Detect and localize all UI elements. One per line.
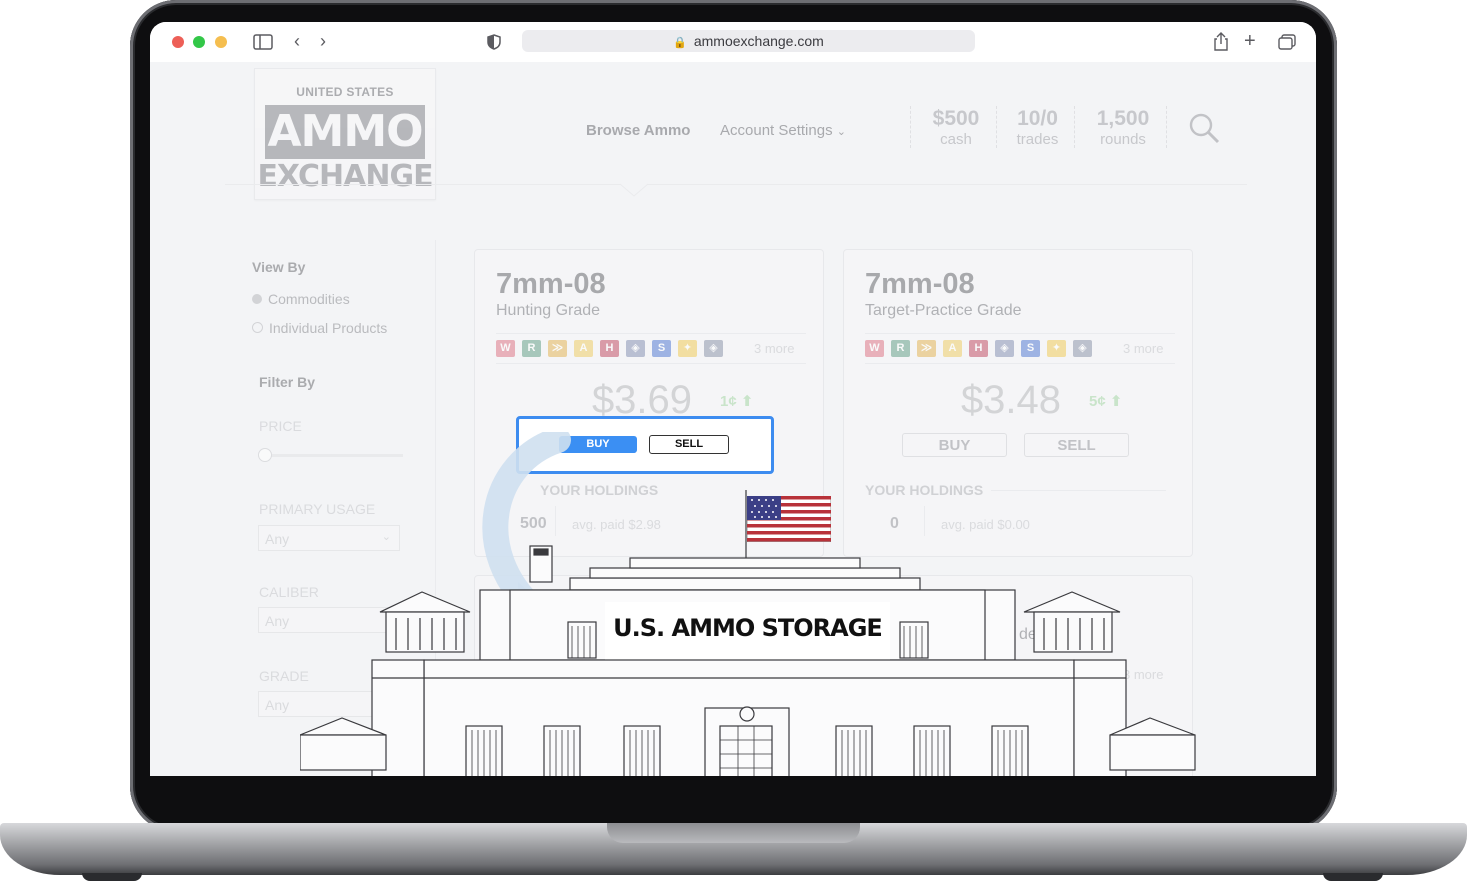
divider (910, 106, 911, 148)
price-change-value: 1¢ (720, 393, 737, 410)
brand-badge-icon: ◈ (1073, 340, 1092, 357)
logo-exchange-text: EXCHANGE (257, 159, 433, 194)
view-option-individual-products[interactable]: Individual Products (252, 320, 387, 336)
price-change-value: 5¢ (1089, 393, 1106, 410)
tabs-overview-icon[interactable] (1278, 34, 1296, 50)
brand-badge-icon: H (600, 340, 619, 357)
select-value: Any (265, 697, 290, 713)
nav-browse-ammo[interactable]: Browse Ammo (586, 122, 690, 139)
brand-badge-icon: W (865, 340, 884, 357)
new-tab-icon[interactable]: + (1244, 31, 1256, 51)
search-icon[interactable] (1188, 112, 1220, 144)
laptop-foot (82, 873, 142, 881)
forward-arrow-icon[interactable]: › (320, 32, 326, 50)
logo-top-text: UNITED STATES (296, 85, 394, 99)
brand-badge-icon: R (522, 340, 541, 357)
view-by-heading: View By (252, 259, 306, 275)
card-caliber: 7mm-08 (496, 268, 606, 300)
radio-selected-icon (252, 294, 262, 304)
minimize-window-button[interactable] (215, 36, 227, 48)
brand-badge-icon: H (969, 340, 988, 357)
nav-indicator-caret (620, 183, 648, 197)
stat-label: cash (940, 131, 972, 148)
brand-badge-icon: A (574, 340, 593, 357)
brand-badge-row: W R ≫ A H ◈ S ✦ ◈ (865, 340, 1099, 358)
sell-button[interactable]: SELL (1024, 433, 1129, 457)
shield-icon[interactable] (487, 34, 501, 50)
logo-ammo-text: AMMO (265, 105, 425, 159)
price-filter-label: PRICE (259, 418, 302, 434)
view-option-label: Commodities (268, 291, 350, 307)
back-arrow-icon[interactable]: ‹ (294, 32, 300, 50)
address-bar[interactable]: 🔒 ammoexchange.com (522, 30, 975, 52)
lock-icon: 🔒 (673, 37, 690, 49)
card-divider (865, 363, 1175, 364)
stat-cash: $500 cash (922, 107, 990, 149)
select-value: Any (265, 531, 290, 547)
nav-account-settings[interactable]: Account Settings ⌄ (720, 122, 846, 139)
close-window-button[interactable] (172, 36, 184, 48)
screen: ‹ › 🔒 ammoexchange.com + UNITED STATES A… (150, 22, 1316, 776)
stat-value: $500 (932, 107, 980, 130)
divider (1074, 106, 1075, 148)
header-divider (225, 184, 1247, 185)
price-change: 1¢ ⬆ (720, 392, 753, 410)
select-value: Any (265, 613, 290, 629)
chevron-down-icon: ⌄ (836, 126, 846, 138)
vault-sign: U.S. AMMO STORAGE (613, 614, 883, 642)
stat-value: 1,500 (1096, 107, 1150, 130)
brand-badge-icon: ◈ (704, 340, 723, 357)
radio-empty-icon (252, 322, 263, 333)
stat-label: rounds (1100, 131, 1146, 148)
brand-badge-icon: ◈ (626, 340, 645, 357)
brand-badge-icon: ✦ (1047, 340, 1066, 357)
sidebar-icon[interactable] (253, 34, 273, 50)
more-brands-link[interactable]: 3 more (754, 341, 794, 356)
view-option-label: Individual Products (269, 320, 388, 336)
url-text: ammoexchange.com (693, 33, 824, 49)
stat-trades: 10/0 trades (1005, 107, 1070, 149)
brand-badge-icon: ◈ (995, 340, 1014, 357)
american-flag-icon (747, 496, 831, 542)
stat-label: trades (1016, 131, 1059, 148)
nav-account-label: Account Settings (720, 122, 833, 139)
laptop-foot (1323, 873, 1383, 881)
card-divider (865, 333, 1175, 334)
stat-rounds: 1,500 rounds (1085, 107, 1161, 149)
buy-button[interactable]: BUY (902, 433, 1007, 457)
brand-badge-icon: ✦ (678, 340, 697, 357)
zoom-window-button[interactable] (193, 36, 205, 48)
price-slider-handle[interactable] (258, 448, 272, 462)
share-icon[interactable] (1213, 32, 1229, 51)
laptop-notch (607, 823, 860, 843)
filter-by-heading: Filter By (259, 374, 316, 390)
browser-toolbar: ‹ › 🔒 ammoexchange.com + (150, 22, 1316, 63)
brand-badge-icon: ≫ (917, 340, 936, 357)
view-option-commodities[interactable]: Commodities (252, 291, 350, 307)
brand-badge-icon: S (652, 340, 671, 357)
arrow-up-icon: ⬆ (1109, 393, 1123, 410)
card-divider (496, 363, 806, 364)
more-brands-link[interactable]: 3 more (1123, 341, 1163, 356)
card-price: $3.48 (960, 378, 1062, 422)
card-caliber: 7mm-08 (865, 268, 975, 300)
price-change: 5¢ ⬆ (1089, 392, 1122, 410)
arrow-up-icon: ⬆ (740, 393, 754, 410)
brand-badge-icon: A (943, 340, 962, 357)
brand-badge-icon: S (1021, 340, 1040, 357)
divider (1166, 106, 1167, 148)
stat-value: 10/0 (1017, 107, 1058, 130)
brand-badge-icon: W (496, 340, 515, 357)
brand-badge-row: W R ≫ A H ◈ S ✦ ◈ (496, 340, 730, 358)
card-grade: Target-Practice Grade (865, 302, 1022, 319)
brand-badge-icon: R (891, 340, 910, 357)
card-divider (496, 333, 806, 334)
card-grade: Hunting Grade (496, 302, 601, 319)
price-slider-track[interactable] (259, 454, 403, 457)
sell-button[interactable]: SELL (649, 435, 729, 454)
brand-badge-icon: ≫ (548, 340, 567, 357)
divider (996, 106, 997, 148)
site-logo[interactable]: UNITED STATES AMMO EXCHANGE (254, 68, 436, 200)
